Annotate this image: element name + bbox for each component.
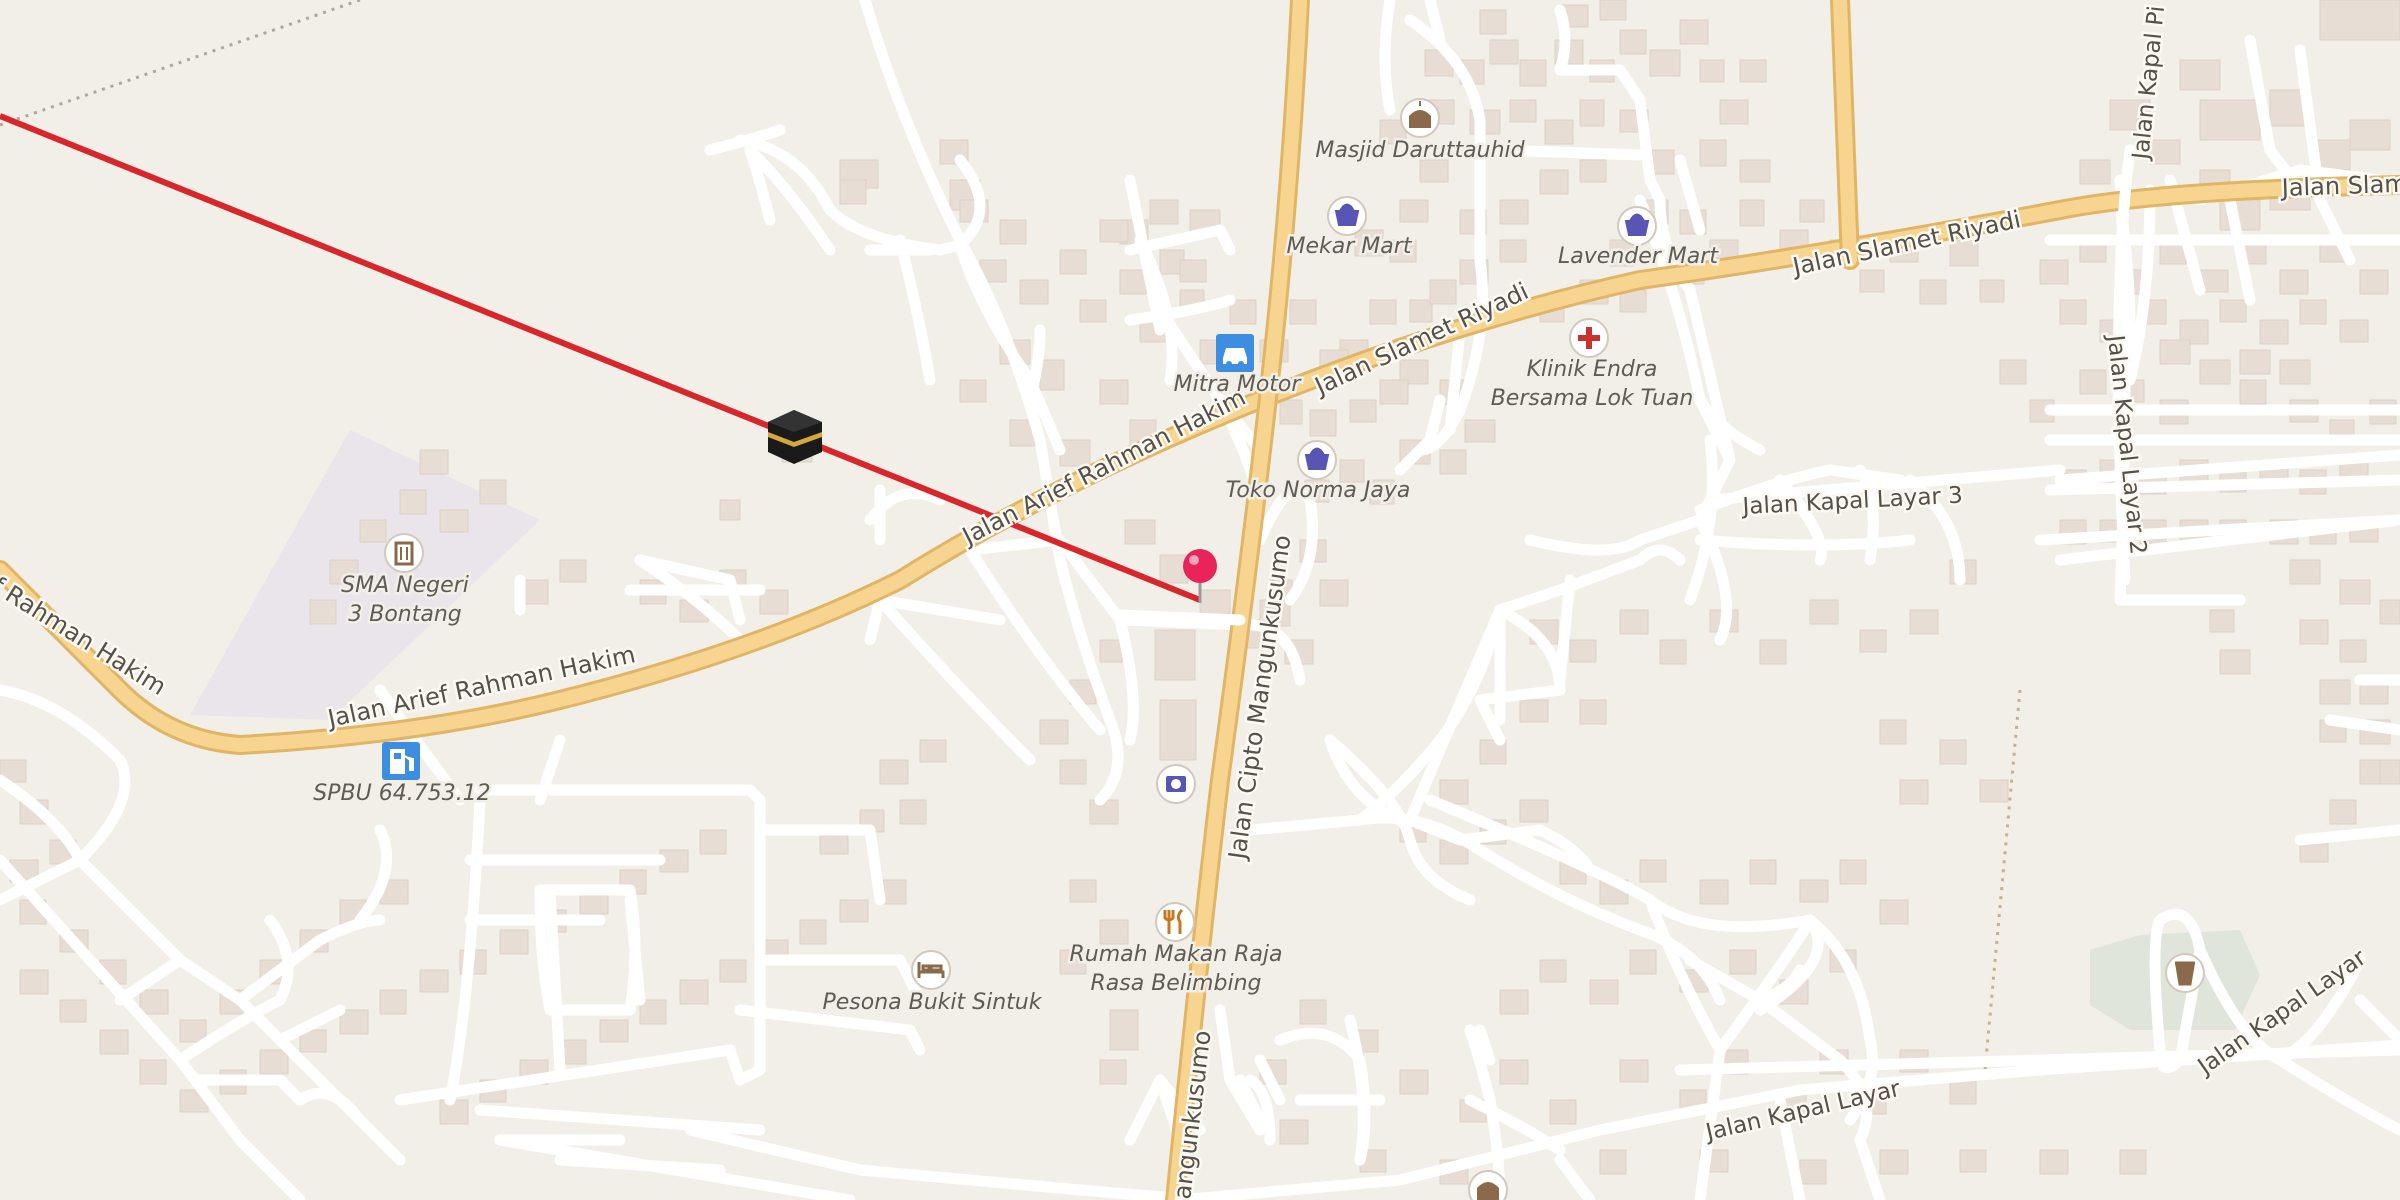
poi-label-toko-norma: Toko Norma Jaya [1226,478,1411,503]
poi-label-rumah-makan-2: Rasa Belimbing [1091,971,1262,996]
location-pin-icon [1183,549,1217,583]
poi-label-rumah-makan-1: Rumah Makan Raja [1069,942,1282,967]
location-pin-highlight [1189,555,1199,565]
road-label-slamet-3: Jalan Slam [2279,170,2400,202]
poi-label-sma-2: 3 Bontang [348,602,462,627]
car-wheel [1238,361,1244,367]
poi-label-pesona: Pesona Bukit Sintuk [823,990,1043,1015]
car-icon-glyph [1223,348,1247,364]
fuel-icon-window [394,753,401,759]
poi-label-mekar-mart: Mekar Mart [1287,234,1413,259]
poi-label-sma-1: SMA Negeri [341,573,469,598]
waste-bin-glyph [2175,961,2195,986]
school-icon [384,533,424,573]
poi-label-klinik-2: Bersama Lok Tuan [1491,386,1694,411]
poi-photo-shop[interactable] [1156,764,1196,804]
fork-knife-icon [1155,902,1195,942]
map-canvas[interactable]: f Rahman Hakim Jalan Arief Rahman Hakim … [0,0,2400,1200]
poi-label-mitra-motor: Mitra Motor [1174,372,1303,397]
poi-mosque-bottom[interactable] [1468,1170,1508,1200]
poi-label-klinik-1: Klinik Endra [1527,357,1658,382]
poi-label-spbu: SPBU 64.753.12 [313,781,490,806]
camera-icon-lens [1171,779,1181,789]
poi-label-lavender-mart: Lavender Mart [1558,244,1719,269]
poi-label-masjid: Masjid Daruttauhid [1315,138,1525,163]
car-wheel [1226,361,1232,367]
poi-waste-bin[interactable] [2165,953,2205,993]
